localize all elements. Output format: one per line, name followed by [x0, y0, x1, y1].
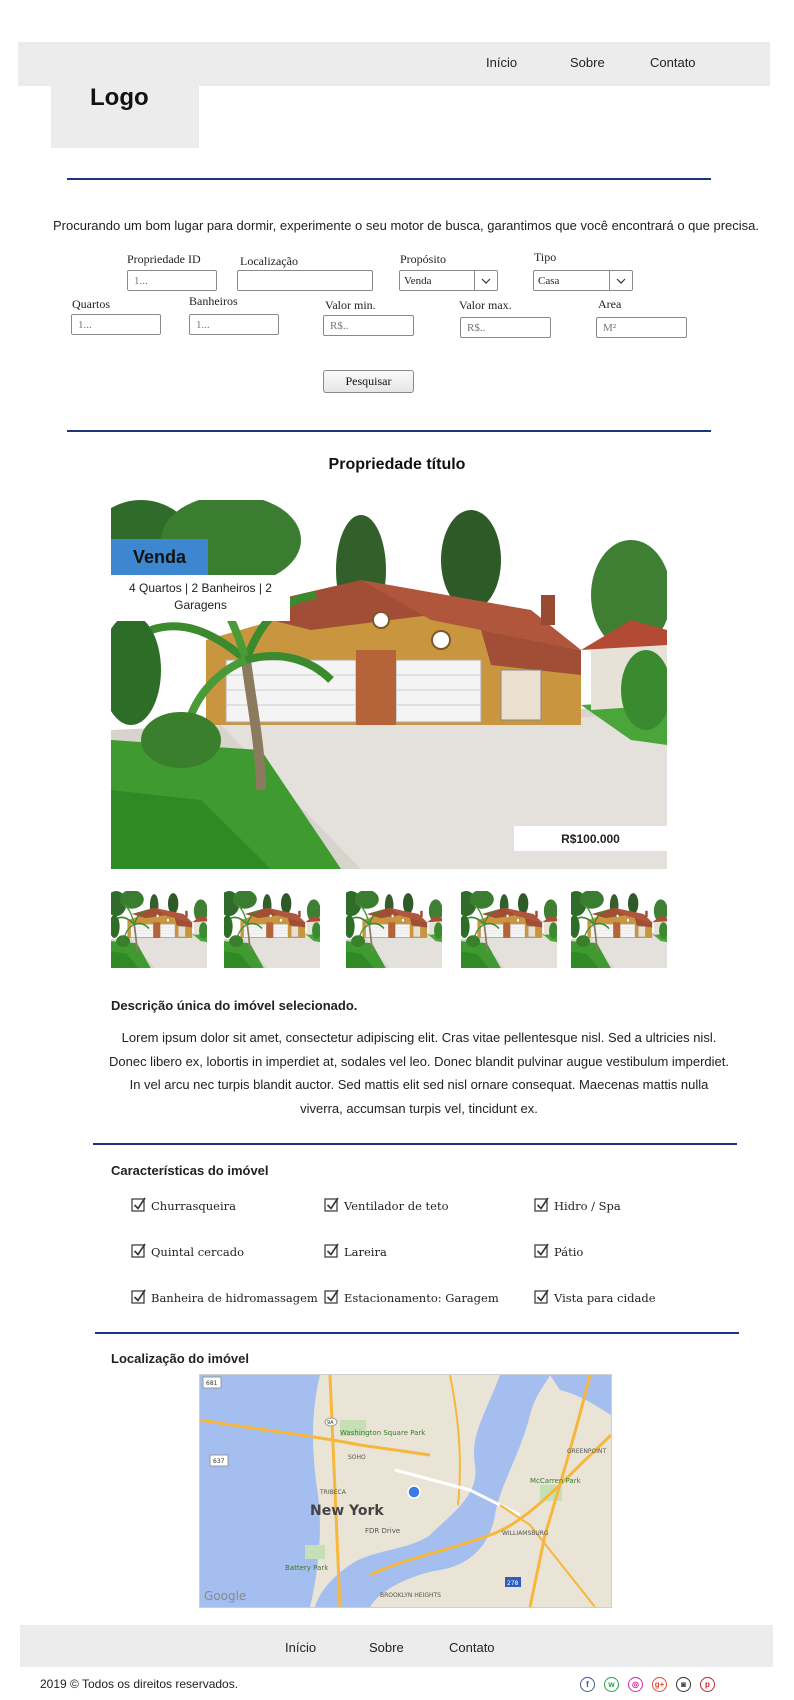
map-label-road-681: 681	[206, 1380, 218, 1387]
map-label-battery: Battery Park	[285, 1564, 329, 1572]
pinterest-icon[interactable]: p	[700, 1677, 715, 1692]
social-icons: f w ◎ g+ ◙ p	[580, 1677, 715, 1692]
map-label-road-637: 637	[213, 1458, 225, 1465]
checkbox-icon	[534, 1289, 549, 1307]
checkbox-icon	[131, 1289, 146, 1307]
feature-item: Hidro / Spa	[534, 1197, 621, 1215]
search-button[interactable]: Pesquisar	[323, 370, 414, 393]
type-select-value: Casa	[538, 274, 560, 287]
feature-item: Vista para cidade	[534, 1289, 656, 1307]
purpose-select-value: Venda	[404, 274, 432, 287]
checkbox-icon	[131, 1243, 146, 1261]
checkbox-icon	[324, 1289, 339, 1307]
purpose-label: Propósito	[400, 252, 447, 266]
map-label-park2: McCarren Park	[530, 1477, 582, 1485]
bathrooms-input[interactable]	[189, 314, 279, 335]
map-label-brooklyn-heights: BROOKLYN HEIGHTS	[380, 1592, 441, 1599]
whatsapp-icon[interactable]: w	[604, 1677, 619, 1692]
footer-link-inicio[interactable]: Início	[285, 1640, 316, 1655]
map-label-soho: SOHO	[348, 1454, 366, 1461]
type-select[interactable]: Casa	[533, 270, 633, 291]
purpose-select[interactable]: Venda	[399, 270, 498, 291]
feature-item: Churrasqueira	[131, 1197, 236, 1215]
instagram-icon[interactable]: ◎	[628, 1677, 643, 1692]
feature-item: Estacionamento: Garagem	[324, 1289, 499, 1307]
rooms-input[interactable]	[71, 314, 161, 335]
google-logo: Google	[204, 1589, 246, 1603]
footer-link-contato[interactable]: Contato	[449, 1640, 495, 1655]
facebook-icon[interactable]: f	[580, 1677, 595, 1692]
thumbnail[interactable]	[461, 891, 557, 968]
logo-text: Logo	[90, 84, 149, 111]
nav-link-inicio[interactable]: Início	[486, 55, 517, 70]
max-value-label: Valor max.	[459, 298, 512, 312]
property-summary: 4 Quartos | 2 Banheiros | 2 Garagens	[111, 575, 290, 621]
divider	[67, 430, 711, 432]
checkbox-icon	[534, 1197, 549, 1215]
features-title: Características do imóvel	[111, 1163, 269, 1178]
min-value-label: Valor min.	[325, 298, 376, 312]
location-input[interactable]	[237, 270, 373, 291]
google-plus-icon[interactable]: g+	[652, 1677, 667, 1692]
divider	[95, 1332, 739, 1334]
property-price: R$100.000	[514, 826, 667, 851]
camera-icon[interactable]: ◙	[676, 1677, 691, 1692]
chevron-down-icon	[474, 271, 497, 290]
feature-item: Ventilador de teto	[324, 1197, 449, 1215]
min-value-input[interactable]	[323, 315, 414, 336]
map-label-williamsburg: WILLIAMSBURG	[502, 1530, 549, 1537]
divider	[67, 178, 711, 180]
feature-item: Banheira de hidromassagem	[131, 1289, 318, 1307]
checkbox-icon	[131, 1197, 146, 1215]
area-label: Area	[598, 297, 622, 311]
map-label-fdr: FDR Drive	[365, 1527, 400, 1535]
area-input[interactable]	[596, 317, 687, 338]
bathrooms-label: Banheiros	[189, 294, 238, 308]
thumbnail[interactable]	[346, 891, 442, 968]
map-label-park: Washington Square Park	[340, 1429, 426, 1437]
map-label-tribeca: TRIBECA	[319, 1489, 347, 1496]
feature-item: Pátio	[534, 1243, 583, 1261]
nav-link-contato[interactable]: Contato	[650, 55, 696, 70]
map-label-city: New York	[310, 1503, 384, 1519]
status-badge: Venda	[111, 539, 208, 575]
location-title: Localização do imóvel	[111, 1351, 249, 1366]
checkbox-icon	[534, 1243, 549, 1261]
thumbnail[interactable]	[571, 891, 667, 968]
description-title: Descrição única do imóvel selecionado.	[111, 998, 358, 1013]
location-label: Localização	[240, 254, 298, 268]
type-label: Tipo	[534, 250, 557, 264]
max-value-input[interactable]	[460, 317, 551, 338]
thumbnail[interactable]	[111, 891, 207, 968]
description-text: Lorem ipsum dolor sit amet, consectetur …	[108, 1030, 729, 1116]
property-title: Propriedade título	[328, 456, 466, 473]
feature-item: Quintal cercado	[131, 1243, 244, 1261]
copyright: 2019 © Todos os direitos reservados.	[40, 1677, 239, 1691]
property-id-label: Propriedade ID	[127, 252, 201, 266]
search-intro: Procurando um bom lugar para dormir, exp…	[53, 218, 759, 233]
chevron-down-icon	[609, 271, 632, 290]
checkbox-icon	[324, 1197, 339, 1215]
thumbnail[interactable]	[224, 891, 320, 968]
footer-link-sobre[interactable]: Sobre	[369, 1640, 404, 1655]
nav-link-sobre[interactable]: Sobre	[570, 55, 605, 70]
feature-item: Lareira	[324, 1243, 387, 1261]
rooms-label: Quartos	[72, 297, 110, 311]
property-id-input[interactable]	[127, 270, 217, 291]
location-map[interactable]: New York Washington Square Park McCarren…	[199, 1374, 612, 1608]
map-label-greenpoint: GREENPOINT	[567, 1448, 606, 1455]
map-label-road-278: 278	[507, 1580, 519, 1587]
divider	[93, 1143, 737, 1145]
checkbox-icon	[324, 1243, 339, 1261]
map-label-road-9a: 9A	[327, 1420, 334, 1426]
